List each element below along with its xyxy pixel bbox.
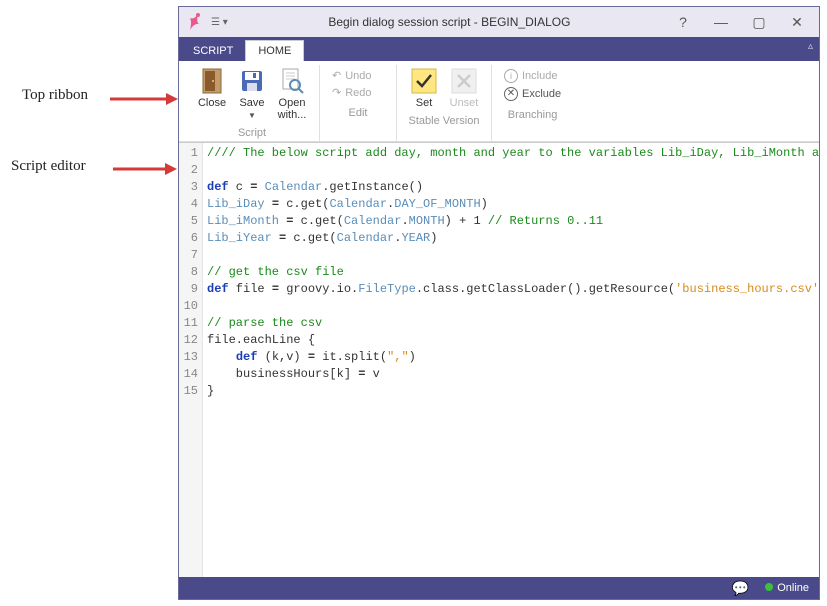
redo-label: Redo bbox=[345, 87, 371, 99]
code-content[interactable]: //// The below script add day, month and… bbox=[203, 143, 819, 577]
code-line[interactable]: file.eachLine { bbox=[207, 332, 815, 349]
include-button[interactable]: i Include bbox=[504, 67, 557, 85]
line-number: 12 bbox=[179, 332, 198, 349]
group-label-branching: Branching bbox=[508, 109, 558, 121]
code-line[interactable] bbox=[207, 298, 815, 315]
chat-icon[interactable]: 💬 bbox=[732, 580, 749, 597]
annotation-top-ribbon: Top ribbon bbox=[22, 87, 88, 104]
script-editor[interactable]: 123456789101112131415 //// The below scr… bbox=[179, 142, 819, 577]
include-label: Include bbox=[522, 70, 557, 82]
group-label-edit: Edit bbox=[349, 107, 368, 119]
arrow-icon bbox=[113, 160, 177, 178]
line-number: 10 bbox=[179, 298, 198, 315]
undo-redo-stack: ↶ Undo ↷ Redo bbox=[328, 65, 388, 103]
tab-script[interactable]: SCRIPT bbox=[181, 41, 245, 61]
line-number: 6 bbox=[179, 230, 198, 247]
undo-icon: ↶ bbox=[332, 69, 341, 82]
minimize-button[interactable]: — bbox=[703, 10, 739, 34]
help-button[interactable]: ? bbox=[671, 14, 695, 30]
redo-icon: ↷ bbox=[332, 86, 341, 99]
unset-label: Unset bbox=[450, 97, 479, 109]
code-line[interactable]: def file = groovy.io.FileType.class.getC… bbox=[207, 281, 815, 298]
door-icon bbox=[198, 67, 226, 95]
line-number: 4 bbox=[179, 196, 198, 213]
group-label-stable: Stable Version bbox=[409, 115, 480, 127]
line-number: 3 bbox=[179, 179, 198, 196]
group-label-script: Script bbox=[238, 127, 266, 139]
document-search-icon bbox=[278, 67, 306, 95]
open-with-button[interactable]: Open with... bbox=[273, 65, 311, 123]
set-button[interactable]: Set bbox=[405, 65, 443, 111]
ribbon-group-edit: ↶ Undo ↷ Redo Edit bbox=[320, 65, 397, 141]
ribbon-group-branching: i Include ✕ Exclude Branching bbox=[492, 65, 573, 141]
floppy-icon bbox=[238, 67, 266, 95]
undo-button[interactable]: ↶ Undo bbox=[332, 67, 372, 84]
maximize-button[interactable]: ▢ bbox=[741, 10, 777, 34]
code-line[interactable]: //// The below script add day, month and… bbox=[207, 145, 815, 162]
arrow-icon bbox=[110, 90, 178, 108]
online-status: Online bbox=[765, 582, 809, 594]
save-button[interactable]: Save ▼ bbox=[233, 65, 271, 123]
code-line[interactable]: businessHours[k] = v bbox=[207, 366, 815, 383]
tab-home[interactable]: HOME bbox=[245, 40, 304, 61]
include-icon: i bbox=[504, 69, 518, 83]
exclude-icon: ✕ bbox=[504, 87, 518, 101]
chevron-down-icon: ▼ bbox=[248, 111, 256, 120]
code-line[interactable]: def (k,v) = it.split(",") bbox=[207, 349, 815, 366]
undo-label: Undo bbox=[345, 70, 371, 82]
code-line[interactable] bbox=[207, 162, 815, 179]
line-number: 2 bbox=[179, 162, 198, 179]
exclude-label: Exclude bbox=[522, 88, 561, 100]
line-number: 14 bbox=[179, 366, 198, 383]
code-line[interactable]: } bbox=[207, 383, 815, 400]
save-label: Save bbox=[239, 97, 264, 109]
line-number: 8 bbox=[179, 264, 198, 281]
code-line[interactable]: Lib_iYear = c.get(Calendar.YEAR) bbox=[207, 230, 815, 247]
window-title: Begin dialog session script - BEGIN_DIAL… bbox=[228, 15, 671, 29]
code-line[interactable]: Lib_iDay = c.get(Calendar.DAY_OF_MONTH) bbox=[207, 196, 815, 213]
code-line[interactable]: def c = Calendar.getInstance() bbox=[207, 179, 815, 196]
redo-button[interactable]: ↷ Redo bbox=[332, 84, 372, 101]
status-bar: 💬 Online bbox=[179, 577, 819, 599]
close-label: Close bbox=[198, 97, 226, 109]
titlebar: ☰ ▾ Begin dialog session script - BEGIN_… bbox=[179, 7, 819, 37]
open-with-label: Open with... bbox=[278, 97, 307, 121]
set-label: Set bbox=[416, 97, 433, 109]
code-line[interactable]: Lib_iMonth = c.get(Calendar.MONTH) + 1 /… bbox=[207, 213, 815, 230]
code-line[interactable]: // parse the csv bbox=[207, 315, 815, 332]
line-number: 5 bbox=[179, 213, 198, 230]
app-window: ☰ ▾ Begin dialog session script - BEGIN_… bbox=[178, 6, 820, 600]
close-window-button[interactable]: ✕ bbox=[779, 10, 815, 34]
annotation-script-editor: Script editor bbox=[11, 158, 86, 175]
status-dot-icon bbox=[765, 583, 773, 591]
x-icon bbox=[450, 67, 478, 95]
unset-button[interactable]: Unset bbox=[445, 65, 483, 111]
collapse-ribbon-icon[interactable]: ▵ bbox=[808, 41, 813, 52]
code-line[interactable]: // get the csv file bbox=[207, 264, 815, 281]
line-number: 7 bbox=[179, 247, 198, 264]
ribbon-group-script: Close Save ▼ Open with... Script bbox=[185, 65, 320, 141]
check-icon bbox=[410, 67, 438, 95]
exclude-button[interactable]: ✕ Exclude bbox=[504, 85, 561, 103]
close-button[interactable]: Close bbox=[193, 65, 231, 123]
code-line[interactable] bbox=[207, 247, 815, 264]
line-number: 15 bbox=[179, 383, 198, 400]
line-number: 11 bbox=[179, 315, 198, 332]
include-exclude-stack: i Include ✕ Exclude bbox=[500, 65, 565, 105]
line-number: 1 bbox=[179, 145, 198, 162]
app-logo-icon bbox=[183, 11, 205, 33]
ribbon: Close Save ▼ Open with... Script bbox=[179, 61, 819, 142]
line-gutter: 123456789101112131415 bbox=[179, 143, 203, 577]
ribbon-group-stable: Set Unset Stable Version bbox=[397, 65, 492, 141]
line-number: 13 bbox=[179, 349, 198, 366]
line-number: 9 bbox=[179, 281, 198, 298]
ribbon-tabs: SCRIPT HOME ▵ bbox=[179, 37, 819, 61]
